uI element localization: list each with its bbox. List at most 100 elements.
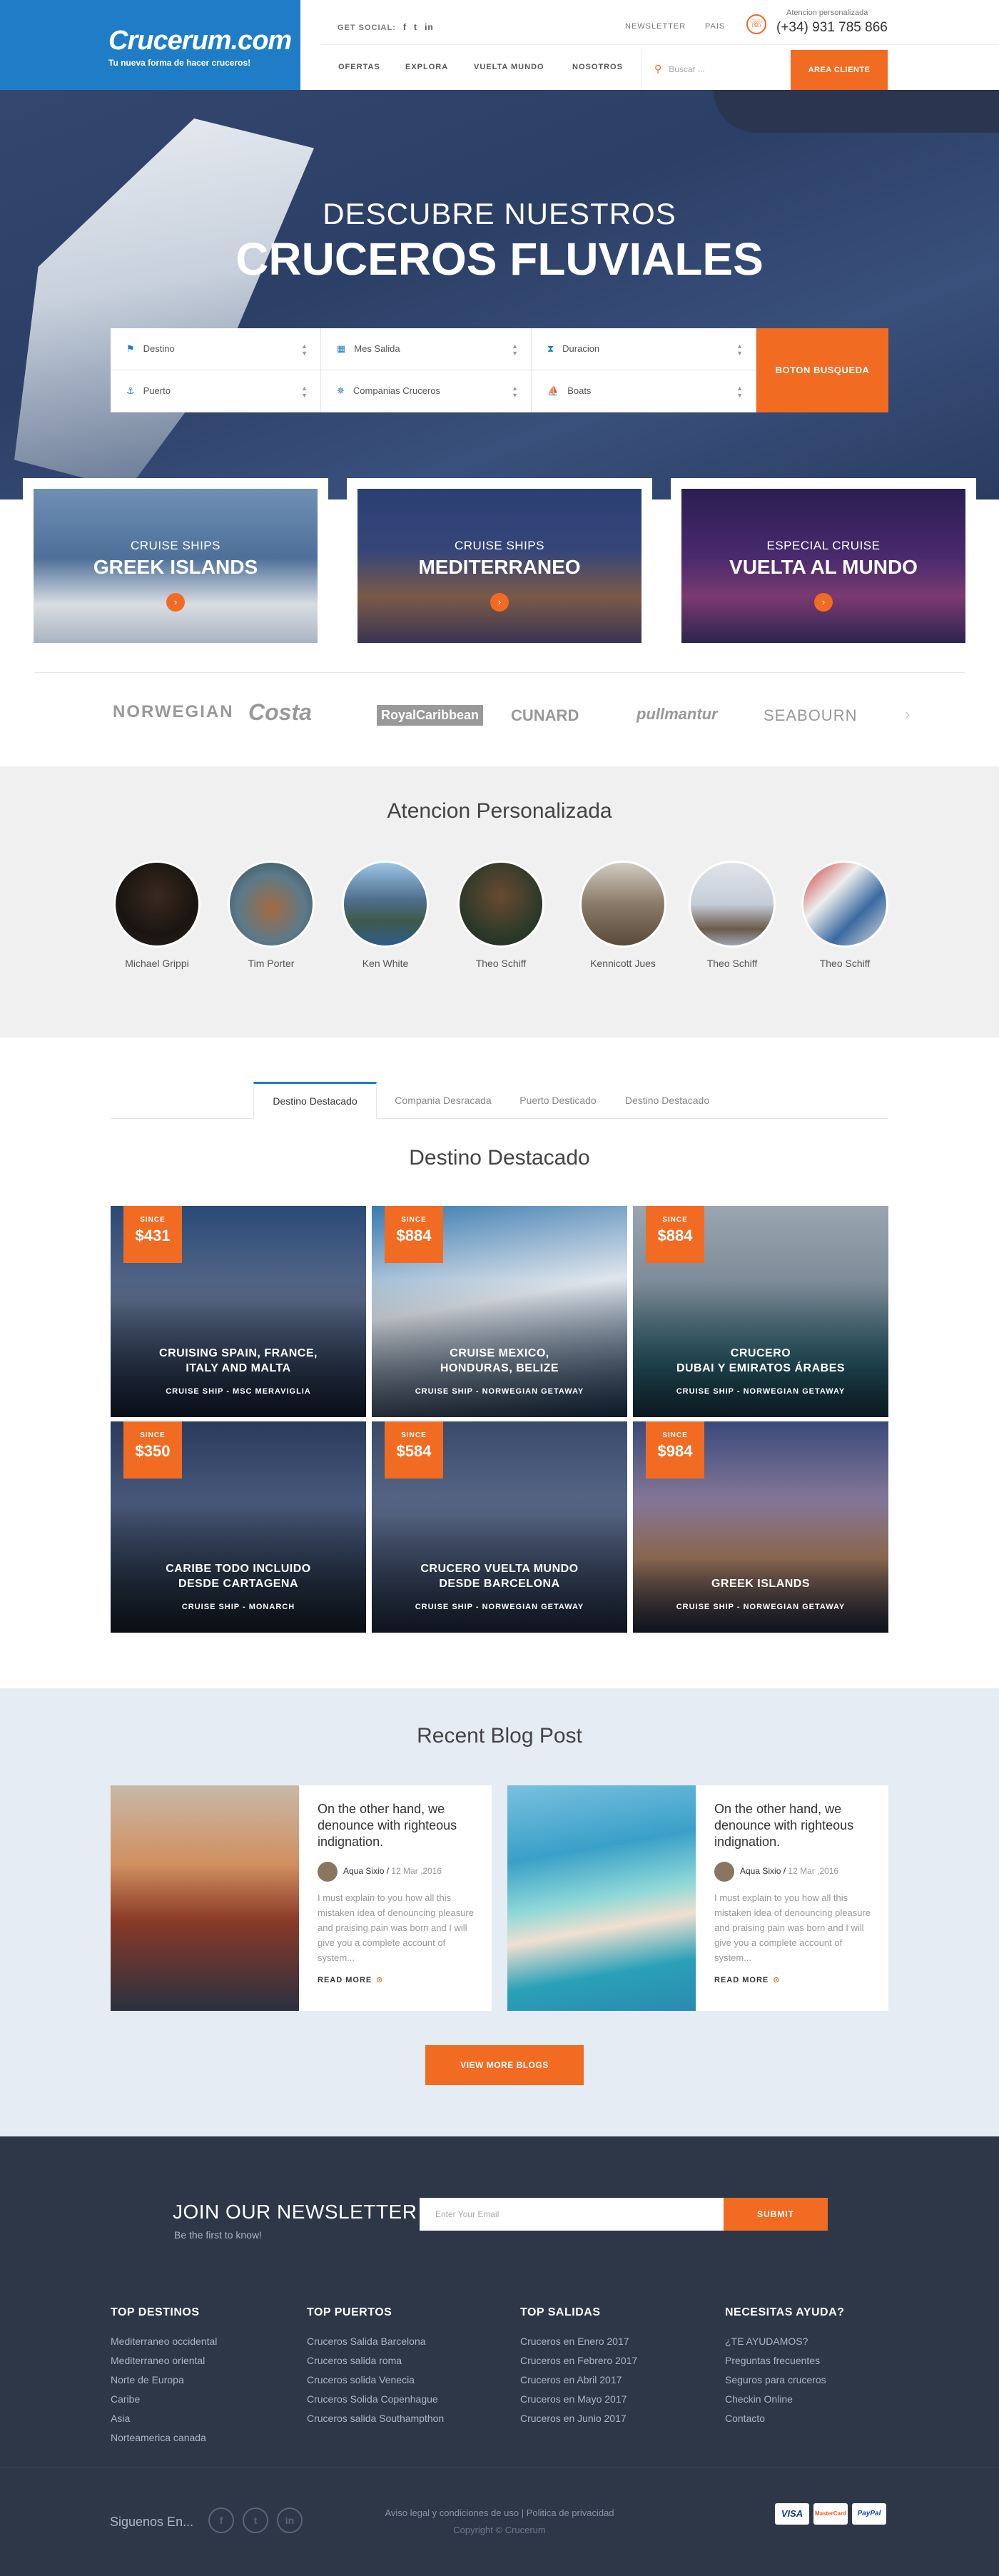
puerto-select[interactable]: ⚓ Puerto ▲ ▼ [111, 370, 321, 412]
footer-link[interactable]: Cruceros Salida Barcelona [307, 2332, 444, 2351]
companias-select[interactable]: ✵ Companias Cruceros ▲ ▼ [321, 370, 532, 412]
blog-author: Aqua Sixio / 12 Mar ,2016 [318, 1860, 475, 1882]
footer-link[interactable]: Asia [111, 2409, 217, 2428]
legal-links[interactable]: Aviso legal y condiciones de uso | Polit… [0, 2507, 999, 2518]
phone-icon: ☏ [746, 14, 766, 34]
footer-link[interactable]: Norteamerica canada [111, 2428, 217, 2448]
footer-link[interactable]: Cruceros en Mayo 2017 [520, 2390, 637, 2409]
destination-card[interactable]: SINCE $884 CRUISE MEXICO, HONDURAS, BELIZE… [372, 1206, 627, 1417]
footer-link[interactable]: Cruceros en Abril 2017 [520, 2370, 637, 2390]
footer-link[interactable]: Cruceros salida roma [307, 2351, 444, 2370]
destination-card[interactable]: SINCE $884 CRUCERO DUBAI Y EMIRATOS ÁRABES… [633, 1206, 888, 1417]
nav-nosotros[interactable]: NOSOTROS [572, 63, 623, 71]
boats-select[interactable]: ⛵ Boats ▲ ▼ [532, 370, 756, 412]
brand-norwegian-logo[interactable]: NORWEGIAN [113, 702, 234, 722]
nav-vuelta-mundo[interactable]: VUELTA MUNDO [474, 63, 544, 71]
nav-explora[interactable]: EXPLORA [405, 63, 448, 71]
select-arrow-icon: ▲ ▼ [301, 385, 308, 399]
newsletter-link[interactable]: NEWSLETTER [625, 22, 686, 31]
duracion-select[interactable]: ⧗ Duracion ▲ ▼ [532, 328, 756, 370]
agent-card[interactable]: Theo Schiff [451, 861, 551, 969]
read-more-link[interactable]: READ MORE ⊙ [714, 1975, 871, 1984]
mes-salida-select[interactable]: ▦ Mes Salida ▲ ▼ [321, 328, 532, 370]
hero-line2: CRUCEROS FLUVIALES [235, 233, 764, 285]
destino-select[interactable]: ⚑ Destino ▲ ▼ [111, 328, 321, 370]
view-more-blogs-button[interactable]: VIEW MORE BLOGS [425, 2045, 584, 2085]
tab-destino-destacado-2[interactable]: Destino Destacado [610, 1082, 724, 1119]
footer-link[interactable]: ¿TE AYUDAMOS? [725, 2332, 844, 2351]
newsletter-subtitle: Be the first to know! [174, 2229, 262, 2241]
brand-costa-logo[interactable]: Costa [248, 699, 312, 726]
blog-post-title[interactable]: On the other hand, we denounce with righ… [714, 1801, 871, 1850]
area-cliente-button[interactable]: AREA CLIENTE [791, 50, 888, 90]
blog-post-title[interactable]: On the other hand, we denounce with righ… [318, 1801, 475, 1850]
arrow-right-icon[interactable]: › [814, 593, 833, 612]
pais-link[interactable]: PAIS [705, 22, 725, 31]
agent-card[interactable]: Tim Porter [221, 861, 321, 969]
footer-link[interactable]: Preguntas frecuentes [725, 2351, 844, 2370]
select-arrow-icon: ▲ ▼ [736, 385, 743, 399]
agent-card[interactable]: Michael Grippi [107, 861, 207, 969]
footer-link[interactable]: Cruceros en Enero 2017 [520, 2332, 637, 2351]
feature-card-vuelta-al-mundo[interactable]: ESPECIAL CRUISE VUELTA AL MUNDO › [671, 478, 976, 654]
card-title-line1: CRUISE MEXICO, [450, 1347, 549, 1359]
brand-pullmantur-logo[interactable]: pullmantur [637, 705, 718, 724]
footer-link[interactable]: Mediterraneo occidental [111, 2332, 217, 2351]
feature-line1: ESPECIAL CRUISE [766, 539, 881, 552]
destination-card[interactable]: SINCE $431 CRUISING SPAIN, FRANCE, ITALY A… [111, 1206, 366, 1417]
price-badge: SINCE $431 [123, 1206, 182, 1263]
email-field[interactable]: Enter Your Email [420, 2198, 724, 2231]
tab-puerto[interactable]: Puerto Desticado [506, 1082, 610, 1119]
destination-card[interactable]: SINCE $584 CRUCERO VUELTA MUNDO DESDE BARC… [372, 1421, 627, 1633]
agent-card[interactable]: Kennicott Jues [573, 861, 673, 969]
logo[interactable]: Crucerum.com Tu nueva forma de hacer cru… [0, 0, 300, 90]
search-button[interactable]: BOTON BUSQUEDA [756, 328, 888, 412]
footer-link[interactable]: Cruceros Solida Copenhague [307, 2390, 444, 2409]
footer-link[interactable]: Checkin Online [725, 2390, 844, 2409]
brand-cunard-logo[interactable]: CUNARD [511, 706, 579, 725]
footer-link[interactable]: Cruceros en Febrero 2017 [520, 2351, 637, 2370]
footer-link[interactable]: Mediterraneo oriental [111, 2351, 217, 2370]
logo-name: Crucerum.com [108, 26, 292, 56]
author-name: Aqua Sixio / [343, 1866, 390, 1876]
site-footer: JOIN OUR NEWSLETTER Be the first to know… [0, 2136, 999, 2576]
read-more-link[interactable]: READ MORE ⊙ [318, 1975, 475, 1984]
arrow-right-icon[interactable]: › [166, 593, 185, 612]
agent-card[interactable]: Ken White [335, 861, 435, 969]
nav-ofertas[interactable]: OFERTAS [338, 63, 380, 71]
destination-card[interactable]: SINCE $350 CARIBE TODO INCLUIDO DESDE CART… [111, 1421, 366, 1633]
feature-card-mediterraneo[interactable]: CRUISE SHIPS MEDITERRANEO › [347, 478, 652, 654]
linkedin-icon[interactable]: in [425, 22, 434, 32]
arrow-right-icon[interactable]: › [490, 593, 509, 612]
footer-link[interactable]: Caribe [111, 2390, 217, 2409]
phone-number[interactable]: (+34) 931 785 866 [776, 20, 888, 36]
brand-royal-caribbean-logo[interactable]: RoyalCaribbean [377, 705, 484, 726]
chevron-right-icon[interactable]: › [905, 705, 910, 724]
footer-link[interactable]: Cruceros salida Southampthon [307, 2409, 444, 2428]
hourglass-icon: ⧗ [547, 343, 554, 354]
footer-heading: NECESITAS AYUDA? [725, 2306, 845, 2318]
submit-button[interactable]: SUBMIT [724, 2198, 828, 2231]
anchor-icon: ⚓ [126, 385, 135, 396]
brand-seabourn-logo[interactable]: SEABOURN [764, 706, 857, 725]
blog-card[interactable]: On the other hand, we denounce with righ… [507, 1785, 888, 2011]
facebook-icon[interactable]: f [403, 22, 407, 32]
search-input[interactable]: ⚲ Buscar ... [641, 50, 791, 90]
twitter-icon[interactable]: t [414, 22, 417, 32]
avatar [113, 861, 201, 948]
feature-card-greek-islands[interactable]: CRUISE SHIPS GREEK ISLANDS › [23, 478, 328, 654]
agent-card[interactable]: Theo Schiff [682, 861, 782, 969]
footer-link[interactable]: Seguros para cruceros [725, 2370, 844, 2390]
footer-link[interactable]: Cruceros en Junio 2017 [520, 2409, 637, 2428]
blog-card[interactable]: On the other hand, we denounce with righ… [111, 1785, 492, 2011]
hero-shore [714, 90, 999, 133]
footer-link[interactable]: Norte de Europa [111, 2370, 217, 2390]
tab-compania[interactable]: Compania Desracada [382, 1082, 504, 1119]
footer-link[interactable]: Cruceros solida Venecia [307, 2370, 444, 2390]
agent-card[interactable]: Theo Schiff [795, 861, 895, 969]
card-title-line2: HONDURAS, BELIZE [440, 1362, 559, 1374]
destination-card[interactable]: SINCE $984 GREEK ISLANDS CRUISE SHIP - NO… [633, 1421, 888, 1633]
footer-link[interactable]: Contacto [725, 2409, 844, 2428]
card-title-line1: CRUCERO [730, 1347, 791, 1359]
tab-destino-destacado[interactable]: Destino Destacado [253, 1082, 377, 1119]
